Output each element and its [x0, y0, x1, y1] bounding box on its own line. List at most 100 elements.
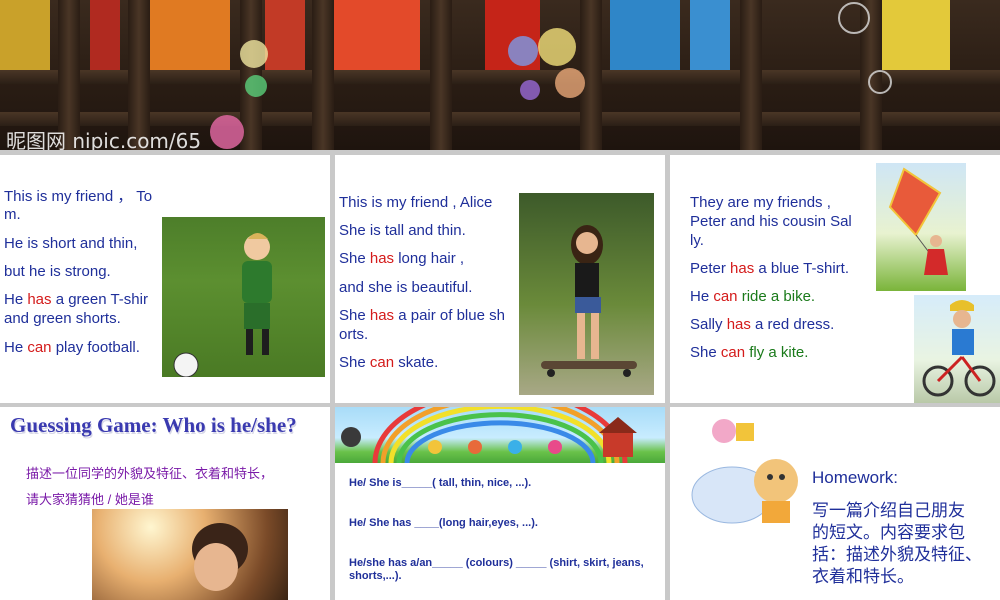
text-fragment: She — [339, 307, 370, 324]
banner-stripe — [150, 0, 230, 78]
banner-stripe — [265, 0, 305, 78]
text-fragment: a red dress. — [750, 316, 835, 333]
text-fragment: She — [690, 344, 721, 361]
banner-stripe — [90, 0, 120, 78]
text-line: This is my friend ， To — [4, 188, 153, 205]
girl-figure-icon — [541, 225, 637, 377]
text-fragment: Sally — [690, 316, 727, 333]
text-line: She can skate. — [339, 354, 438, 372]
text-line: She can fly a kite. — [690, 344, 808, 362]
text-line: She has a pair of blue sh — [339, 307, 505, 325]
slide-panel-peter-sally: They are my friends , Peter and his cous… — [670, 155, 1000, 403]
text-line: He can play football. — [4, 339, 140, 357]
cartoon-rainbow-banner — [335, 407, 665, 463]
banner-stripe — [880, 0, 950, 78]
homework-text: 的短文。内容要求包 — [812, 523, 965, 542]
bokeh-light — [520, 80, 540, 100]
text-fragment: skate. — [394, 354, 439, 371]
boy-football-photo — [162, 217, 325, 377]
text-fragment: He — [4, 291, 28, 308]
homework-label: Homework: — [812, 468, 898, 487]
girl-kite-photo — [876, 163, 966, 291]
text-fragment: a green T-shir — [51, 291, 148, 308]
fence-post — [740, 0, 762, 150]
keyword-has: has — [369, 250, 395, 267]
instruction-line: 描述一位同学的外貌及特征、衣着和特长， — [26, 466, 274, 481]
keyword-has: has — [730, 260, 755, 277]
homework-text: 衣着和特长。 — [812, 567, 914, 586]
text-fragment: He — [690, 288, 714, 305]
slide-panel-guessing-game: Guessing Game: Who is he/she? 描述一位同学的外貌及… — [0, 407, 330, 600]
text-line: and she is beautiful. — [339, 279, 473, 296]
bubble — [838, 2, 870, 34]
rainbow-icon — [341, 407, 637, 463]
banner-stripe — [610, 0, 680, 78]
text-fragment: long hair , — [394, 250, 465, 267]
text-fragment: She — [339, 250, 370, 267]
keyword-can: can — [713, 288, 738, 305]
fence-post — [312, 0, 334, 150]
boy-figure-icon — [173, 233, 272, 377]
text-line: ly. — [690, 232, 704, 249]
text-fragment: a pair of blue sh — [394, 307, 505, 324]
slide-panel-homework: Homework: 写一篇介绍自己朋友 的短文。内容要求包 括：描述外貌及特征、… — [670, 407, 1000, 600]
text-fragment: He — [4, 339, 28, 356]
text-line: He has a green T-shir — [4, 291, 148, 309]
bike-icon — [922, 300, 996, 397]
fence-rail — [0, 112, 1000, 126]
slide-panel-sentence-patterns: He/ She is_____( tall, thin, nice, ...).… — [335, 407, 665, 600]
girl-skateboard-photo — [519, 193, 654, 395]
fence-post — [580, 0, 602, 150]
keyword-has: has — [726, 316, 751, 333]
keyword-can: can — [369, 354, 395, 371]
sentence-pattern: He/she has a/an_____ (colours) _____ (sh… — [349, 557, 644, 569]
watermark-text: 昵图网 nipic.com/65 — [6, 129, 202, 150]
header-banner-image: 昵图网 nipic.com/65 — [0, 0, 1000, 150]
text-fragment: ride a bike. — [737, 288, 816, 305]
bokeh-light — [240, 40, 268, 68]
text-line: They are my friends , — [690, 194, 831, 211]
balloon-kids-icon — [691, 419, 798, 524]
text-line: This is my friend , Alice — [339, 194, 493, 211]
cartoon-kids-balloon — [684, 411, 806, 529]
bubble — [868, 70, 892, 94]
keyword-can: can — [27, 339, 52, 356]
text-line: Sally has a red dress. — [690, 316, 834, 334]
homework-text: 写一篇介绍自己朋友 — [812, 501, 965, 520]
keyword-can: can — [720, 344, 746, 361]
text-line: m. — [4, 206, 21, 223]
text-fragment: play football. — [51, 339, 140, 356]
keyword-has: has — [27, 291, 52, 308]
slide-panel-tom: This is my friend ， To m. He is short an… — [0, 155, 330, 403]
keyword-has: has — [369, 307, 395, 324]
text-fragment: Peter — [690, 260, 731, 277]
banner-stripe — [0, 0, 50, 78]
bokeh-light — [245, 75, 267, 97]
text-line: She is tall and thin. — [339, 222, 466, 239]
slide-panel-alice: This is my friend , Alice She is tall an… — [335, 155, 665, 403]
text-line: Peter has a blue T-shirt. — [690, 260, 849, 278]
banner-stripe — [690, 0, 730, 78]
bokeh-light — [508, 36, 538, 66]
fence-rail — [0, 70, 1000, 84]
text-line: He can ride a bike. — [690, 288, 815, 306]
text-line: orts. — [339, 326, 369, 343]
bokeh-light — [538, 28, 576, 66]
child-figure-icon — [192, 523, 248, 591]
sentence-pattern: shorts,...). — [349, 570, 402, 582]
fence-post — [430, 0, 452, 150]
text-fragment: She — [339, 354, 370, 371]
text-line: He is short and thin, — [4, 235, 138, 252]
bokeh-light — [555, 68, 585, 98]
instruction-line: 请大家猜猜他 / 她是谁 — [26, 492, 154, 507]
kite-icon — [888, 167, 948, 275]
guessing-game-title: Guessing Game: Who is he/she? — [10, 413, 297, 437]
bokeh-light — [210, 115, 244, 149]
sentence-pattern: He/ She has ____(long hair,eyes, ...). — [349, 517, 538, 529]
boy-bike-photo — [914, 295, 1000, 403]
text-line: She has long hair , — [339, 250, 464, 268]
text-fragment: fly a kite. — [745, 344, 809, 361]
text-line: Peter and his cousin Sal — [690, 213, 852, 230]
text-fragment: a blue T-shirt. — [754, 260, 849, 277]
child-photo — [92, 509, 288, 600]
